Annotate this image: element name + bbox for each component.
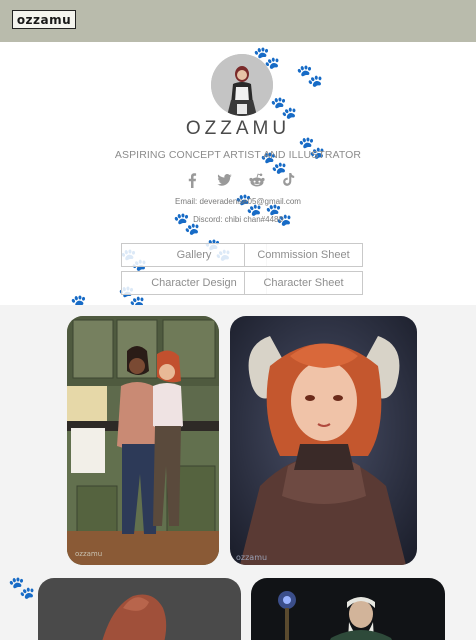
artwork-sculpture[interactable] [38,578,241,640]
top-bar: ozzamu [0,0,476,42]
commission-sheet-button[interactable]: Commission Sheet [244,243,363,267]
twitter-icon[interactable] [215,171,233,189]
profile-name: OZZAMU [185,118,291,139]
site-logo[interactable]: ozzamu [12,10,76,29]
artwork-horned-girl[interactable]: ozzamu [230,316,417,565]
tiktok-icon[interactable] [280,171,298,189]
contact-discord: Discord: chibi chan#4480 [193,215,283,224]
contact-email[interactable]: Email: deveradenise05@gmail.com [0,197,476,206]
artwork-kitchen-couple[interactable]: ozzamu [67,316,219,565]
artwork-watermark: ozzamu [75,550,102,558]
paw-print-decoration: 🐾 [296,64,324,89]
reddit-icon[interactable] [248,171,266,189]
profile-tagline: ASPIRING CONCEPT ARTIST AND ILLUSTRATOR [114,149,362,161]
social-links [183,170,298,190]
paw-print-decoration: 🐾 [8,576,36,601]
facebook-icon[interactable] [183,171,201,189]
paw-print-decoration: 🐾 [270,96,298,121]
avatar [211,54,273,116]
character-sheet-button[interactable]: Character Sheet [244,271,363,295]
artwork-watermark: ozzamu [236,553,267,562]
artwork-wizard[interactable] [251,578,445,640]
